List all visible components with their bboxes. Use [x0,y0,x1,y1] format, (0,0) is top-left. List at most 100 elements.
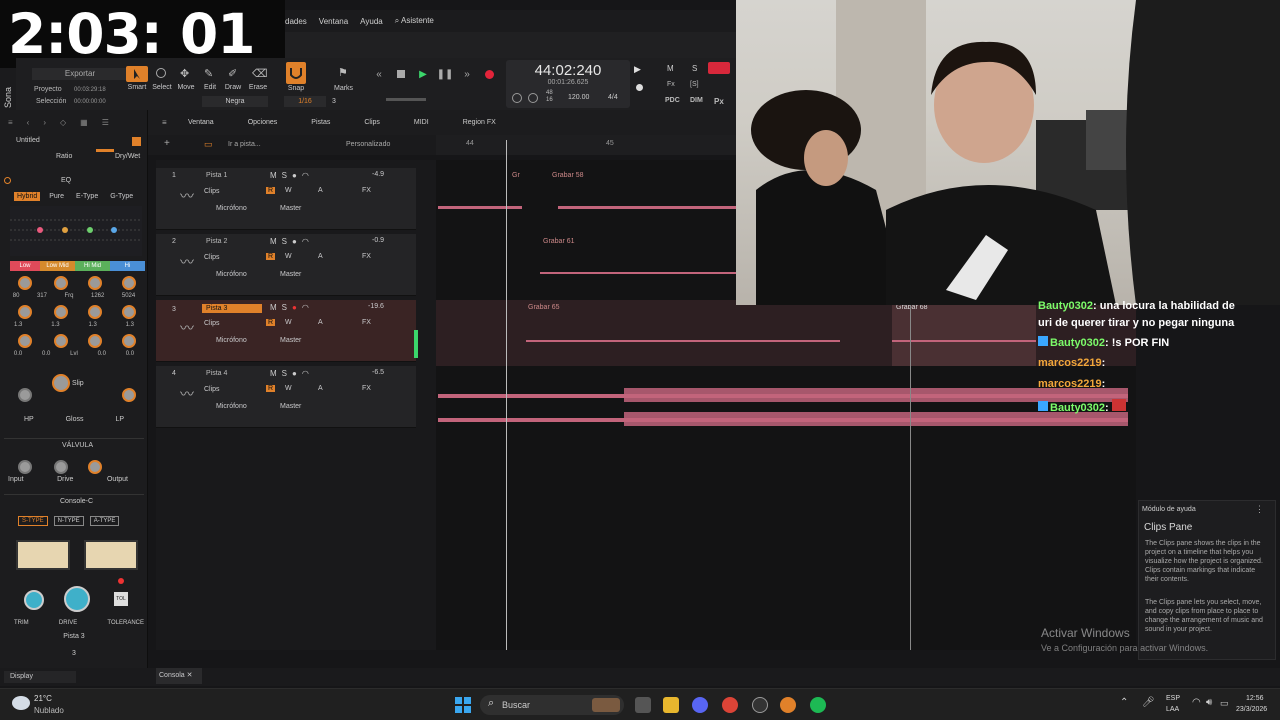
q-knob-2[interactable] [54,334,68,348]
solo-button[interactable]: S [282,171,287,180]
power-icon[interactable] [4,176,11,184]
task-view-icon[interactable] [635,697,651,713]
freq-knob-3[interactable] [88,276,102,290]
tool-draw-label[interactable]: Draw [222,84,244,91]
stop-button[interactable] [392,66,410,82]
track-name[interactable]: Pista 4 [206,370,227,377]
clip-waveform[interactable] [438,206,522,209]
eq-graph[interactable] [10,206,142,256]
eq-mode-gtype[interactable]: G-Type [107,192,136,201]
menu-item-properties[interactable]: dades [285,17,307,26]
write-automation-button[interactable]: W [285,385,292,392]
record-arm-icon[interactable]: ● [292,237,297,246]
freq-knob-1[interactable] [18,276,32,290]
add-track-icon[interactable]: + [164,138,170,149]
preset-select[interactable]: Personalizado [346,141,390,148]
q-knob-1[interactable] [18,334,32,348]
hp-knob[interactable] [18,388,32,402]
ruler[interactable]: 44 45 [436,135,736,155]
smart-tool-button[interactable] [126,66,148,82]
tool-erase-label[interactable]: Erase [246,84,270,91]
drive-knob[interactable] [54,460,68,474]
wifi-icon[interactable]: ◠ [1192,697,1201,708]
automation-a-button[interactable]: A [318,253,323,260]
clip-waveform[interactable] [540,272,736,274]
track-2[interactable]: 2 Pista 2 M S ● ◠ -0.9 Clips R W A FX Mi… [156,234,416,296]
keyboard-layout[interactable]: LAA [1166,706,1179,713]
tempo-value[interactable]: 120.00 [568,94,589,101]
sidechain-toggle[interactable]: [S] [690,81,699,88]
record-button[interactable] [480,66,498,82]
record-arm-icon[interactable]: ● [292,171,297,180]
discord-icon[interactable] [692,697,708,713]
track-clips-select[interactable]: Clips [204,254,220,261]
grid-icon[interactable]: ▦ [80,118,88,128]
language-code[interactable]: ESP [1166,695,1180,702]
tolerance-button[interactable]: TOL [114,592,128,606]
goto-track-input[interactable]: Ir a pista... [228,141,261,148]
fx-button[interactable]: FX [362,253,371,260]
pdc-toggle[interactable]: PDC [665,97,680,104]
clock-date[interactable]: 23/3/2026 [1236,706,1267,713]
forward-button[interactable]: » [458,66,476,82]
scrub-slider[interactable] [386,98,426,101]
project-toggle-icon[interactable] [132,137,141,146]
chrome-icon[interactable] [722,697,738,713]
track-4[interactable]: 4 Pista 4 M S ● ◠ -6.5 Clips R W A FX Mi… [156,366,416,428]
track-clips-select[interactable]: Clips [204,188,220,195]
spotify-icon[interactable] [810,697,826,713]
solo-button[interactable]: S [282,369,287,378]
master-record-button[interactable] [708,62,730,74]
track-volume[interactable]: -19.6 [368,303,384,310]
gloss-label[interactable]: Gloss [66,416,84,423]
snap-value-select[interactable]: 1/16 [284,96,326,107]
track-volume[interactable]: -4.9 [372,171,384,178]
fx-button[interactable]: FX [362,385,371,392]
output-knob[interactable] [88,460,102,474]
meter-value[interactable]: 4/4 [608,94,618,101]
band-low-mid[interactable]: Low Mid [40,261,75,271]
arrow-left-icon[interactable]: ‹ [27,118,30,128]
write-automation-button[interactable]: W [285,187,292,194]
lp-knob[interactable] [122,388,136,402]
track-input[interactable]: Micrófono [216,271,247,278]
tray-chevron-icon[interactable]: ⌃ [1120,697,1128,708]
track-output[interactable]: Master [280,403,301,410]
q-knob-4[interactable] [122,334,136,348]
write-automation-button[interactable]: W [285,253,292,260]
microphone-icon[interactable]: 🎤︎ [1142,697,1155,708]
list-icon[interactable]: ☰ [102,118,109,128]
arrow-right-icon[interactable]: › [43,118,46,128]
band-hi[interactable]: Hi [110,261,145,271]
play-button[interactable]: ▶ [414,66,432,82]
record-arm-icon[interactable]: ● [292,369,297,378]
clock-time[interactable]: 12:56 [1246,695,1264,702]
menu-item-assistant[interactable]: ⌕ Asistente [395,16,434,26]
write-automation-button[interactable]: W [285,319,292,326]
track-clips-select[interactable]: Clips [204,320,220,327]
color-select[interactable]: Negra [202,96,268,107]
eq-mode-pure[interactable]: Pure [46,192,67,201]
mute-button[interactable]: M [270,237,277,246]
metronome-icon[interactable] [528,93,538,103]
freq-knob-2[interactable] [54,276,68,290]
pause-button[interactable]: ❚❚ [436,66,454,82]
track-3[interactable]: 3 Pista 3 M S ● ◠ -19.6 Clips R W A FX M… [156,300,418,362]
lp-label[interactable]: LP [115,416,124,423]
automation-a-button[interactable]: A [318,385,323,392]
eq-mode-hybrid[interactable]: Hybrid [14,192,41,201]
track-clips-select[interactable]: Clips [204,386,220,393]
start-icon[interactable] [455,697,471,713]
track-output[interactable]: Master [280,205,301,212]
fx-toggle[interactable]: Fx [667,81,675,88]
s-type-button[interactable]: S-TYPE [18,516,48,526]
band-hi-mid[interactable]: Hi Mid [75,261,110,271]
clip-waveform[interactable] [558,206,736,209]
fx-button[interactable]: FX [362,319,371,326]
tool-move-label[interactable]: Move [174,84,198,91]
snap-button[interactable] [286,62,306,84]
tv-menu-tracks[interactable]: Pistas [311,119,330,126]
tool-edit-label[interactable]: Edit [200,84,220,91]
loop-icon[interactable] [512,93,522,103]
n-type-button[interactable]: N-TYPE [53,516,84,526]
